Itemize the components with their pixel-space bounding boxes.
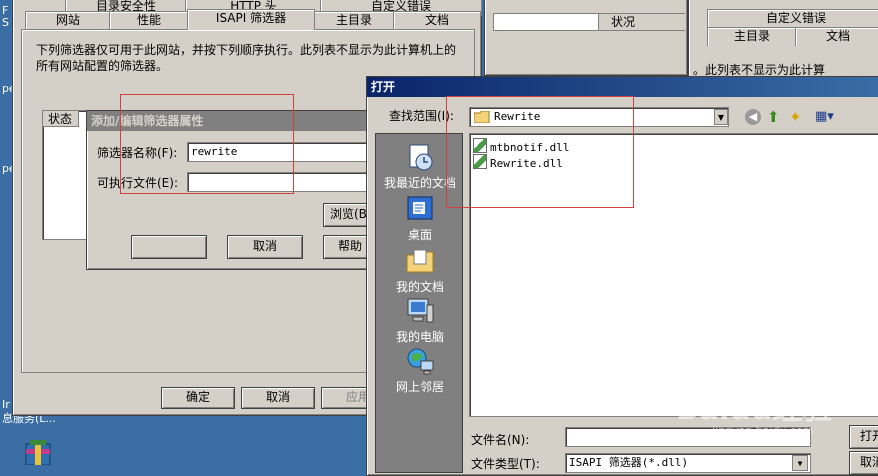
my-computer-icon bbox=[407, 298, 434, 323]
background-window-middle: 状况 bbox=[484, 0, 688, 76]
back-arrow-icon[interactable]: ◀ bbox=[745, 109, 761, 125]
network-places-icon bbox=[407, 348, 434, 375]
filetype-select[interactable]: ISAPI 筛选器(*.dll) ▼ bbox=[565, 453, 811, 473]
file-item[interactable]: mtbnotif.dll bbox=[473, 138, 569, 154]
add-edit-filter-dialog: 添加/编辑筛选器属性 筛选器名称(F): rewrite 可执行文件(E): 浏… bbox=[86, 110, 399, 270]
ok-button[interactable]: 确定 bbox=[161, 387, 235, 409]
dll-file-icon bbox=[473, 138, 487, 153]
place-network[interactable]: 网上邻居 bbox=[380, 346, 460, 395]
filter-name-label: 筛选器名称(F): bbox=[97, 146, 178, 160]
folder-icon bbox=[473, 110, 490, 124]
place-desktop[interactable]: 桌面 bbox=[380, 194, 460, 243]
place-label: 我的文档 bbox=[395, 280, 444, 294]
winrar-archive-icon[interactable] bbox=[22, 440, 54, 466]
file-name: mtbnotif.dll bbox=[490, 141, 570, 154]
open-button[interactable]: 打开 bbox=[849, 425, 878, 449]
view-menu-icon[interactable]: ▦▾ bbox=[815, 109, 837, 125]
look-in-value: Rewrite bbox=[494, 110, 541, 123]
background-window-right: 自定义错误 主目录 文档 。此列表不显示为此计算 bbox=[688, 0, 878, 80]
watermark-sub: jingyan.baidu.com bbox=[712, 424, 814, 437]
look-in-combo[interactable]: Rewrite ▼ bbox=[469, 107, 729, 127]
place-recent-documents[interactable]: 我最近的文档 bbox=[380, 142, 460, 191]
filter-name-input[interactable]: rewrite bbox=[187, 142, 377, 162]
edit-dialog-title: 添加/编辑筛选器属性 bbox=[87, 111, 375, 131]
dll-file-icon bbox=[473, 154, 487, 169]
place-label: 我的电脑 bbox=[395, 330, 444, 344]
filetype-value: ISAPI 筛选器(*.dll) bbox=[569, 456, 689, 469]
my-documents-icon bbox=[406, 249, 434, 273]
file-list[interactable] bbox=[469, 133, 878, 417]
column-header-status[interactable]: 状态 bbox=[43, 111, 79, 127]
cancel-button[interactable]: 取消 bbox=[241, 387, 315, 409]
look-in-label: 查找范围(I): bbox=[389, 109, 454, 123]
right-tab-home-directory[interactable]: 主目录 bbox=[707, 27, 797, 46]
place-label: 桌面 bbox=[407, 228, 432, 242]
right-tab-documents[interactable]: 文档 bbox=[795, 27, 878, 46]
executable-label: 可执行文件(E): bbox=[97, 176, 178, 190]
place-label: 我最近的文档 bbox=[383, 176, 456, 190]
tab-website[interactable]: 网站 bbox=[25, 11, 111, 30]
chevron-down-icon[interactable]: ▼ bbox=[714, 109, 728, 125]
filename-label: 文件名(N): bbox=[471, 433, 530, 447]
file-item[interactable]: Rewrite.dll bbox=[473, 154, 563, 170]
desktop-text-s: S bbox=[2, 16, 9, 29]
edit-ok-button[interactable] bbox=[131, 235, 207, 259]
up-folder-icon[interactable]: ⬆ bbox=[767, 108, 783, 126]
place-label: 网上邻居 bbox=[395, 380, 444, 394]
executable-input[interactable] bbox=[187, 172, 377, 192]
right-tab-custom-errors[interactable]: 自定义错误 bbox=[707, 9, 878, 28]
new-folder-icon[interactable]: ✦ bbox=[789, 108, 807, 126]
filters-description: 下列筛选器仅可用于此网站，并按下列顺序执行。此列表不显示为此计算机上的所有网站配… bbox=[36, 43, 457, 73]
desktop-icon bbox=[407, 196, 433, 220]
file-name: Rewrite.dll bbox=[490, 157, 563, 170]
place-my-documents[interactable]: 我的文档 bbox=[380, 246, 460, 295]
places-bar: 我最近的文档 桌面 我的文档 我的电脑 网上邻居 bbox=[375, 133, 463, 473]
place-my-computer[interactable]: 我的电脑 bbox=[380, 296, 460, 345]
tab-performance[interactable]: 性能 bbox=[109, 11, 189, 30]
filetype-label: 文件类型(T): bbox=[471, 457, 540, 471]
open-cancel-button[interactable]: 取消 bbox=[849, 451, 878, 475]
watermark-main: Baidu经验 bbox=[676, 392, 833, 427]
tab-isapi-filters[interactable]: ISAPI 筛选器 bbox=[187, 9, 315, 30]
recent-documents-icon bbox=[409, 144, 433, 171]
open-dialog-title: 打开 bbox=[367, 77, 878, 97]
column-header-state[interactable]: 状况 bbox=[598, 14, 686, 30]
middle-list-header: 状况 bbox=[493, 13, 686, 31]
edit-cancel-button[interactable]: 取消 bbox=[227, 235, 303, 259]
tab-documents[interactable]: 文档 bbox=[393, 11, 481, 30]
tab-home-directory[interactable]: 主目录 bbox=[313, 11, 395, 30]
chevron-down-icon[interactable]: ▼ bbox=[792, 455, 808, 471]
